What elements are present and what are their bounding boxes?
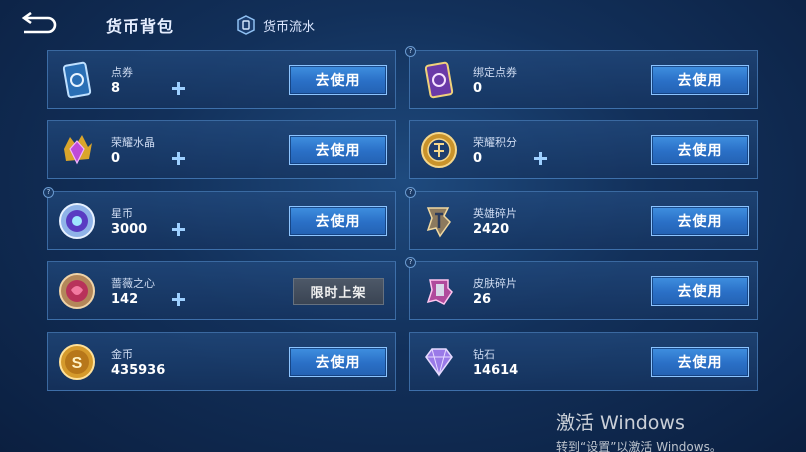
watermark-title: 激活 Windows [556, 412, 685, 434]
currency-name: 点券 [111, 66, 133, 79]
currency-amount: 2420 [473, 222, 510, 237]
currency-amount: 14614 [473, 363, 519, 378]
add-icon[interactable] [170, 80, 187, 97]
top-bar: 货币背包 货币流水 [0, 0, 806, 46]
currency-flow-link[interactable]: 货币流水 [237, 14, 315, 36]
use-button[interactable]: 去使用 [289, 65, 387, 95]
use-button[interactable]: 去使用 [651, 135, 749, 165]
star-coin-icon [59, 203, 95, 239]
skin-shard-icon [426, 279, 453, 305]
currency-card-gold: S 金币 435936 去使用 [47, 332, 396, 391]
add-icon[interactable] [170, 221, 187, 238]
help-icon[interactable]: ? [405, 46, 416, 57]
currency-name: 金币 [111, 348, 133, 361]
add-icon[interactable] [532, 150, 549, 167]
ticket-card-icon [62, 61, 92, 99]
currency-name: 星币 [111, 207, 133, 220]
currency-name: 绑定点券 [473, 66, 517, 79]
currency-card-glory-crystal: 荣耀水晶 0 去使用 [47, 120, 396, 179]
currency-card-hero-shard: ? 英雄碎片 2420 去使用 [405, 187, 758, 250]
use-button[interactable]: 去使用 [289, 347, 387, 377]
currency-name: 钻石 [473, 348, 495, 361]
bound-ticket-card-icon [424, 61, 454, 99]
currency-card-skin-shard: ? 皮肤碎片 26 去使用 [405, 257, 758, 320]
help-icon[interactable]: ? [43, 187, 54, 198]
currency-card-star-coin: ? 星币 3000 去使用 [43, 187, 396, 250]
currency-card-rose-heart: 蔷薇之心 142 限时上架 [47, 261, 396, 320]
currency-name: 荣耀积分 [473, 136, 517, 149]
add-icon[interactable] [170, 150, 187, 167]
glory-points-coin-icon [421, 132, 457, 168]
currency-grid: 点券 8 去使用 ? 绑定点券 0 去使用 荣耀水晶 0 去使用 荣耀积分 0 … [43, 46, 759, 391]
currency-name: 荣耀水晶 [111, 136, 155, 149]
currency-amount: 0 [111, 151, 121, 166]
currency-name: 皮肤碎片 [473, 277, 517, 290]
currency-amount: 8 [111, 81, 121, 96]
watermark-subtitle: 转到“设置”以激活 Windows。 [556, 440, 722, 452]
use-button[interactable]: 去使用 [651, 276, 749, 306]
help-icon[interactable]: ? [405, 187, 416, 198]
currency-name: 英雄碎片 [473, 207, 517, 220]
limited-time-tag: 限时上架 [293, 278, 384, 305]
use-button[interactable]: 去使用 [289, 206, 387, 236]
currency-name: 蔷薇之心 [111, 277, 155, 290]
currency-amount: 435936 [111, 363, 166, 378]
currency-card-glory-points: 荣耀积分 0 去使用 [409, 120, 758, 179]
currency-amount: 26 [473, 292, 492, 307]
back-arrow-icon[interactable] [18, 12, 60, 34]
diamond-icon [425, 348, 453, 377]
currency-flow-label: 货币流水 [263, 19, 316, 35]
currency-amount: 3000 [111, 222, 148, 237]
currency-card-coupon: 点券 8 去使用 [47, 50, 396, 109]
gold-coin-icon: S [59, 344, 95, 380]
currency-amount: 142 [111, 292, 139, 307]
windows-activation-watermark: 激活 Windows 转到“设置”以激活 Windows。 [556, 408, 722, 452]
use-button[interactable]: 去使用 [651, 206, 749, 236]
use-button[interactable]: 去使用 [289, 135, 387, 165]
currency-amount: 0 [473, 151, 483, 166]
svg-text:S: S [72, 355, 83, 372]
use-button[interactable]: 去使用 [651, 65, 749, 95]
currency-amount: 0 [473, 81, 483, 96]
currency-card-diamond: 钻石 14614 去使用 [409, 332, 758, 391]
rose-heart-coin-icon [59, 273, 95, 309]
ledger-icon [237, 15, 255, 35]
use-button[interactable]: 去使用 [651, 347, 749, 377]
hero-shard-icon [426, 207, 451, 238]
help-icon[interactable]: ? [405, 257, 416, 268]
page-title: 货币背包 [106, 17, 175, 36]
glory-crystal-icon [64, 135, 92, 165]
add-icon[interactable] [170, 291, 187, 308]
currency-card-bound-coupon: ? 绑定点券 0 去使用 [405, 46, 758, 109]
